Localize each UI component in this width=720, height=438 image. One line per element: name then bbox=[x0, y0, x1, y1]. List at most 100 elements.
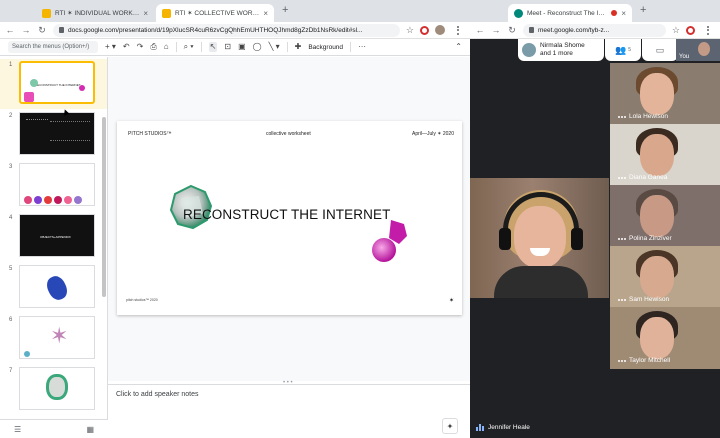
slide-logo-icon: ✶ bbox=[449, 298, 455, 304]
url-field[interactable]: docs.google.com/presentation/d/19pXlucSR… bbox=[53, 23, 400, 37]
forward-icon[interactable]: → bbox=[491, 25, 501, 35]
new-slide-button[interactable]: + ▾ bbox=[105, 43, 116, 51]
people-button[interactable]: 👥 5 bbox=[605, 39, 641, 61]
grid-view-icon[interactable]: ▦ bbox=[86, 425, 94, 434]
more-options-icon[interactable] bbox=[618, 298, 626, 301]
filmstrip-slide-3[interactable]: 3 bbox=[0, 161, 107, 211]
url-field[interactable]: meet.google.com/tyb-z... bbox=[523, 23, 666, 37]
chat-button[interactable]: ▭ bbox=[642, 39, 678, 61]
close-icon[interactable]: × bbox=[263, 9, 268, 18]
url-text: docs.google.com/presentation/d/19pXlucSR… bbox=[68, 26, 363, 34]
tab-title: RTI ✶ COLLECTIVE WORKSHEET bbox=[175, 10, 259, 17]
participants-chip[interactable]: Nirmala Shome and 1 more bbox=[518, 39, 604, 61]
filmstrip-slide-6[interactable]: 6 ✶ bbox=[0, 314, 107, 364]
profile-avatar[interactable] bbox=[435, 25, 445, 35]
slide-thumbnail: ✶ bbox=[19, 316, 95, 359]
filmstrip-slide-2[interactable]: 2 bbox=[0, 110, 107, 160]
tab-individual-worksheet[interactable]: RTI ✶ INDIVIDUAL WORKSHEET × bbox=[36, 4, 154, 22]
slide-editor: PITCH STUDIOS™ collective worksheet Apri… bbox=[108, 57, 470, 381]
opera-extension-icon[interactable] bbox=[420, 25, 429, 35]
orb-image bbox=[30, 79, 38, 87]
people-icon: 👥 bbox=[615, 44, 627, 55]
slide-canvas[interactable]: PITCH STUDIOS™ collective worksheet Apri… bbox=[117, 121, 462, 315]
reload-icon[interactable]: ↻ bbox=[37, 25, 47, 36]
filmstrip-slide-4[interactable]: 4 OBJECTS+APPENDIX bbox=[0, 212, 107, 262]
main-speaker-video[interactable] bbox=[470, 178, 609, 298]
select-cursor-icon[interactable]: ↖ bbox=[208, 42, 218, 52]
slide-number: 6 bbox=[9, 317, 13, 323]
participant-tile[interactable]: Sam Hewison bbox=[610, 246, 720, 308]
more-options-icon[interactable] bbox=[618, 115, 626, 118]
more-options-icon[interactable]: ··· bbox=[358, 43, 366, 51]
back-icon[interactable]: ← bbox=[475, 25, 485, 35]
filmstrip-slide-7[interactable]: 7 bbox=[0, 365, 107, 415]
participant-tile[interactable]: Polina Zinziver bbox=[610, 185, 720, 247]
lock-icon bbox=[59, 27, 64, 33]
filmstrip-slide-5[interactable]: 5 bbox=[0, 263, 107, 313]
more-options-icon[interactable] bbox=[618, 176, 626, 179]
tab-meet[interactable]: Meet - Reconstruct The Inte × bbox=[508, 4, 632, 22]
participant-tile[interactable]: Taylor Mitchell bbox=[610, 307, 720, 369]
print-icon[interactable]: ⎙ bbox=[150, 43, 156, 51]
close-icon[interactable]: × bbox=[621, 9, 626, 18]
slide-footer: pitch studios™ 2020 bbox=[126, 298, 158, 302]
menu-icon[interactable] bbox=[701, 23, 715, 37]
speaker-notes-panel[interactable]: Click to add speaker notes ✦ bbox=[108, 384, 470, 438]
participant-count: 5 bbox=[628, 47, 631, 53]
slide-thumbnail bbox=[19, 112, 95, 155]
orb-image bbox=[46, 374, 68, 400]
collapse-toolbar-icon[interactable]: ⌃ bbox=[455, 43, 462, 51]
main-speaker-name: Jennifer Heale bbox=[488, 424, 530, 431]
filmstrip-scrollbar[interactable] bbox=[102, 117, 106, 297]
back-icon[interactable]: ← bbox=[5, 25, 15, 35]
zoom-icon[interactable]: ⌕ ▾ bbox=[184, 43, 194, 51]
slide-title: RECONSTRUCT THE INTERNET bbox=[183, 207, 391, 222]
list-view-icon[interactable]: ☰ bbox=[14, 425, 21, 434]
participant-tile[interactable]: Lola Hewison bbox=[610, 63, 720, 125]
slide-number: 2 bbox=[9, 113, 13, 119]
explore-icon[interactable]: ✦ bbox=[442, 418, 458, 434]
recording-indicator-icon bbox=[611, 10, 618, 16]
chip-more: and 1 more bbox=[540, 50, 573, 57]
participant-tile[interactable]: Diana Ganea bbox=[610, 124, 720, 186]
more-options-icon[interactable] bbox=[618, 237, 626, 240]
reload-icon[interactable]: ↻ bbox=[507, 25, 517, 36]
background-button[interactable]: Background bbox=[308, 44, 343, 51]
close-icon[interactable]: × bbox=[143, 9, 148, 18]
main-speaker-label: Jennifer Heale bbox=[476, 424, 530, 431]
comment-icon[interactable]: ✚ bbox=[295, 43, 302, 51]
slide-number: 3 bbox=[9, 164, 13, 170]
slide-studio-name: PITCH STUDIOS™ bbox=[128, 131, 172, 137]
slide-thumbnail: RECONSTRUCT THE INTERNET bbox=[19, 61, 95, 104]
slides-icon bbox=[162, 8, 171, 18]
slide-number: 5 bbox=[9, 266, 13, 272]
slide-filmstrip: 1 RECONSTRUCT THE INTERNET 2 3 4 OBJECTS… bbox=[0, 57, 108, 419]
slide-dates: April—July ✶ 2020 bbox=[412, 131, 454, 137]
text-box-icon[interactable]: ⊡ bbox=[224, 43, 231, 51]
meet-icon bbox=[514, 8, 523, 18]
avatar bbox=[522, 43, 536, 57]
shape-icon[interactable]: ◯ bbox=[253, 43, 262, 51]
menu-search-input[interactable]: Search the menus (Option+/) bbox=[8, 41, 98, 53]
undo-icon[interactable]: ↶ bbox=[123, 43, 130, 51]
blob-image bbox=[43, 273, 71, 303]
paint-format-icon[interactable]: ⌂ bbox=[164, 43, 169, 51]
redo-icon[interactable]: ↷ bbox=[137, 43, 144, 51]
bookmark-star-icon[interactable]: ☆ bbox=[672, 25, 680, 36]
thumb-caption: OBJECTS+APPENDIX bbox=[40, 235, 71, 239]
tab-collective-worksheet[interactable]: RTI ✶ COLLECTIVE WORKSHEET × bbox=[156, 4, 274, 22]
opera-extension-icon[interactable] bbox=[686, 25, 695, 35]
more-options-icon[interactable] bbox=[618, 359, 626, 362]
new-tab-button[interactable]: + bbox=[282, 4, 288, 16]
filmstrip-slide-1[interactable]: 1 RECONSTRUCT THE INTERNET bbox=[0, 59, 107, 109]
bookmark-star-icon[interactable]: ☆ bbox=[406, 25, 414, 36]
self-view-tile[interactable]: You bbox=[676, 39, 720, 61]
new-tab-button[interactable]: + bbox=[640, 4, 646, 16]
slides-toolbar: Search the menus (Option+/) + ▾ ↶ ↷ ⎙ ⌂ … bbox=[0, 39, 470, 56]
forward-icon[interactable]: → bbox=[21, 25, 31, 35]
line-icon[interactable]: ╲ ▾ bbox=[269, 43, 280, 51]
menu-icon[interactable] bbox=[451, 23, 465, 37]
image-icon[interactable]: ▣ bbox=[238, 43, 246, 51]
pink-orb-image bbox=[372, 220, 407, 262]
address-bar: ← → ↻ docs.google.com/presentation/d/19p… bbox=[0, 22, 470, 39]
